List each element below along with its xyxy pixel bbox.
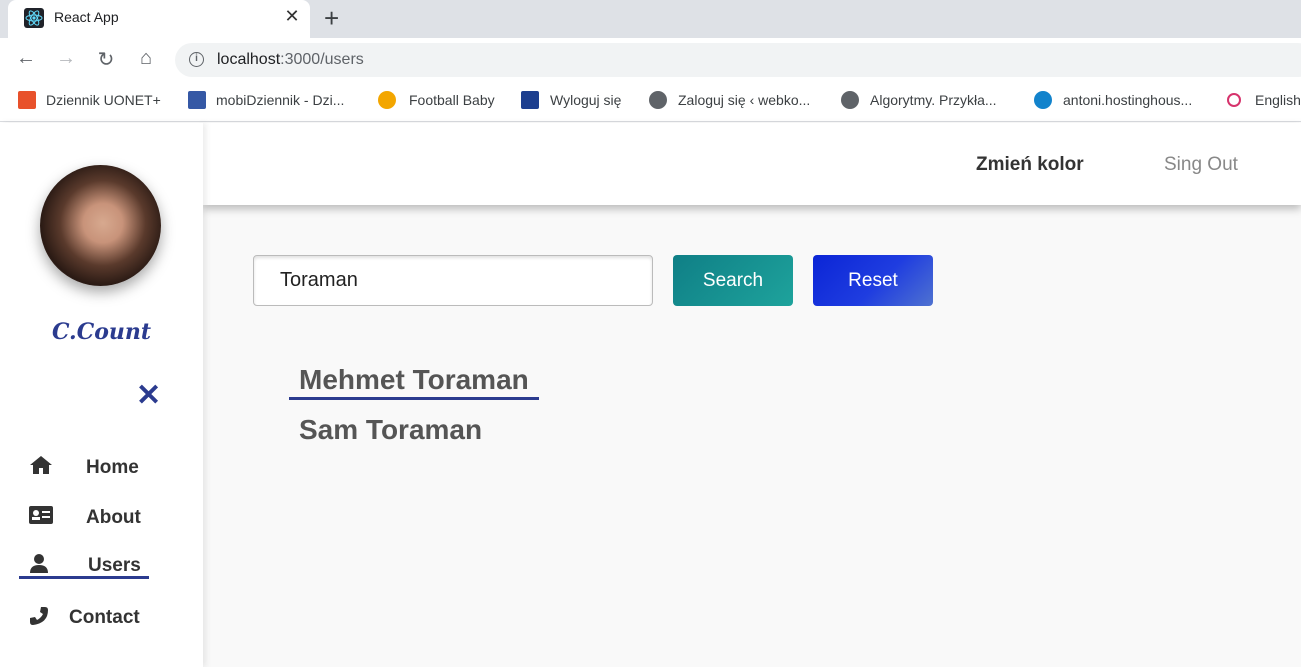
globe-icon — [841, 91, 859, 109]
sidebar-item-label: Home — [86, 457, 139, 478]
sidebar-item-about[interactable]: About — [0, 503, 203, 539]
id-card-icon — [29, 506, 53, 529]
mobidziennik-icon — [188, 91, 206, 109]
app-root: C.Count ✕ Home About Users Contact Zmień… — [0, 123, 1301, 667]
bookmark-item[interactable]: Dziennik UONET+ — [46, 92, 161, 108]
close-sidebar-icon[interactable]: ✕ — [136, 381, 161, 411]
home-icon — [29, 455, 53, 480]
react-icon — [24, 8, 44, 28]
back-icon[interactable]: ← — [14, 47, 38, 70]
browser-tab[interactable]: React App ✕ — [8, 0, 310, 38]
reset-button[interactable]: Reset — [813, 255, 933, 306]
browser-tabstrip: React App ✕ + — [0, 0, 1301, 38]
bookmark-item[interactable]: Zaloguj się ‹ webko... — [678, 92, 810, 108]
sidebar-item-home[interactable]: Home — [0, 453, 203, 489]
bookmark-item[interactable]: mobiDziennik - Dzi... — [216, 92, 344, 108]
avatar — [40, 165, 161, 286]
sidebar-item-users[interactable]: Users — [0, 551, 203, 587]
bookmarks-bar: Dziennik UONET+ mobiDziennik - Dzi... Fo… — [0, 82, 1301, 122]
bookmark-item[interactable]: English — [1255, 92, 1301, 108]
url-text[interactable]: localhost:3000/users — [217, 51, 364, 69]
browser-toolbar: ← → ↻ ⌂ i localhost:3000/users — [0, 38, 1301, 82]
english-icon — [1227, 93, 1241, 107]
globe-icon — [649, 91, 667, 109]
sidebar-item-label: About — [86, 507, 141, 528]
bookmark-item[interactable]: Football Baby — [409, 92, 495, 108]
bookmark-item[interactable]: Wyloguj się — [550, 92, 621, 108]
brand-logo: C.Count — [51, 319, 152, 345]
phone-icon — [29, 606, 49, 631]
uonet-icon — [18, 91, 36, 109]
user-icon — [29, 553, 49, 578]
new-tab-icon[interactable]: + — [324, 3, 339, 34]
search-input[interactable] — [253, 255, 653, 306]
user-result[interactable]: Sam Toraman — [299, 414, 482, 446]
sign-out-link[interactable]: Sing Out — [1164, 154, 1238, 176]
address-bar[interactable]: i localhost:3000/users — [175, 43, 1301, 77]
ul-icon — [521, 91, 539, 109]
result-underline — [289, 397, 539, 400]
home-button-icon[interactable]: ⌂ — [134, 47, 158, 70]
reload-icon[interactable]: ↻ — [94, 47, 118, 72]
sidebar-item-label: Contact — [69, 607, 140, 628]
change-color-link[interactable]: Zmień kolor — [976, 154, 1084, 176]
hosting-icon — [1034, 91, 1052, 109]
sidebar-item-contact[interactable]: Contact — [0, 603, 203, 639]
bookmark-item[interactable]: antoni.hostinghous... — [1063, 92, 1192, 108]
search-button[interactable]: Search — [673, 255, 793, 306]
top-header: Zmień kolor Sing Out — [203, 123, 1301, 205]
football-baby-icon — [378, 91, 396, 109]
close-icon[interactable]: ✕ — [282, 6, 302, 27]
sidebar-item-label: Users — [88, 555, 141, 576]
info-icon[interactable]: i — [189, 52, 204, 67]
forward-icon[interactable]: → — [54, 47, 78, 70]
tab-title: React App — [54, 9, 119, 25]
sidebar: C.Count ✕ Home About Users Contact — [0, 123, 203, 667]
user-result[interactable]: Mehmet Toraman — [299, 364, 529, 396]
active-item-underline — [19, 576, 149, 579]
bookmark-item[interactable]: Algorytmy. Przykła... — [870, 92, 997, 108]
